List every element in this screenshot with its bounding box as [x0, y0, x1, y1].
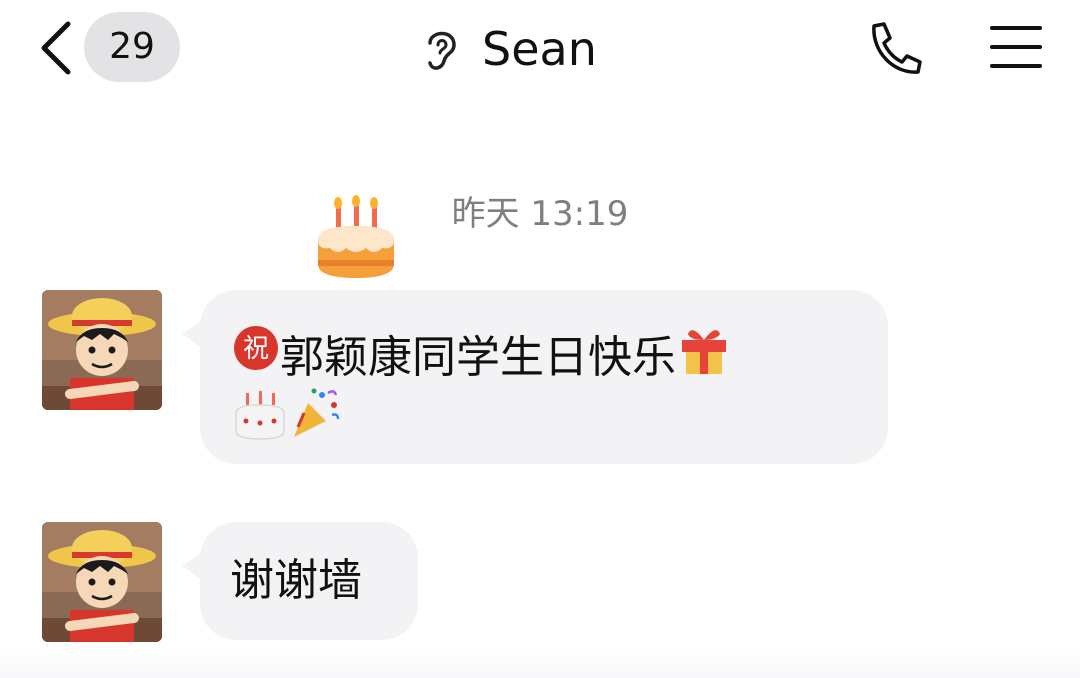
message-text: 郭颖康同学生日快乐: [280, 332, 676, 383]
zhu-character: 祝: [243, 334, 269, 364]
message-timestamp: 昨天 13:19: [451, 194, 629, 234]
zhu-emoji-icon: 祝: [232, 324, 280, 383]
message-bubble[interactable]: 祝 郭颖康同学生日快乐: [182, 290, 888, 464]
chevron-left-icon: [41, 21, 71, 75]
party-popper-icon: [288, 385, 344, 452]
bottom-edge: [0, 650, 1080, 678]
call-button[interactable]: [864, 20, 924, 76]
cake-icon: [232, 385, 288, 452]
bubble-tail: [182, 320, 202, 348]
back-button[interactable]: 29: [38, 12, 188, 82]
chat-header: 29 Sean: [0, 0, 1080, 96]
gift-icon: [676, 320, 732, 387]
unread-count-badge: 29: [84, 12, 180, 82]
bubble-tail: [182, 552, 202, 580]
message-line: 祝 郭颖康同学生日快乐: [232, 322, 888, 384]
message-line: [232, 388, 888, 448]
message-bubble[interactable]: 谢谢墙: [182, 522, 418, 640]
message-text: 谢谢墙: [230, 555, 362, 606]
contact-name: Sean: [482, 22, 597, 76]
contact-title[interactable]: Sean: [420, 14, 597, 84]
more-menu-button[interactable]: [988, 22, 1044, 72]
hamburger-menu-icon: [990, 26, 1042, 68]
sender-avatar[interactable]: [42, 522, 162, 642]
sender-avatar[interactable]: [42, 290, 162, 410]
cake-icon: [318, 195, 394, 278]
phone-icon: [872, 22, 922, 74]
ear-icon: [428, 31, 456, 70]
